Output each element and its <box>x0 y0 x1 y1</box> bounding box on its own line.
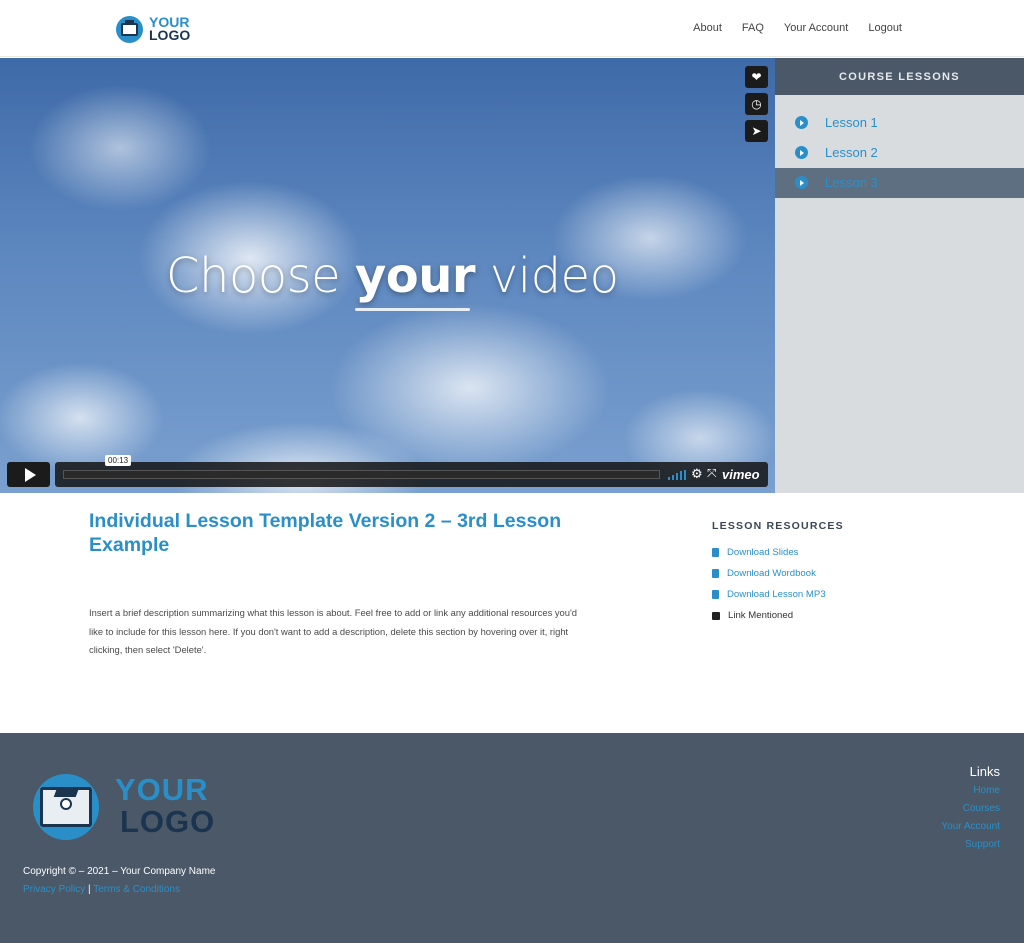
terms-link[interactable]: Terms & Conditions <box>93 884 180 895</box>
settings-gear-icon[interactable]: ⚙ <box>691 466 703 482</box>
progress-track[interactable] <box>63 470 660 479</box>
legal-separator: | <box>88 884 91 895</box>
volume-icon[interactable] <box>668 470 686 480</box>
play-circle-icon <box>795 116 808 129</box>
video-controls: 00:13 ⚙ ⤧ vimeo <box>7 455 768 487</box>
video-title-text: Choose your video <box>166 248 619 304</box>
nav-your-account[interactable]: Your Account <box>784 22 848 34</box>
footer-link-support[interactable]: Support <box>965 839 1000 850</box>
file-audio-icon <box>712 590 719 599</box>
site-footer: YOUR LOGO Copyright © – 2021 – Your Comp… <box>0 733 1024 943</box>
play-icon <box>24 467 36 482</box>
play-circle-icon <box>795 146 808 159</box>
footer-logo-line-1: YOUR <box>115 772 209 807</box>
legal-links: Privacy Policy | Terms & Conditions <box>23 884 180 895</box>
resource-download-mp3[interactable]: Download Lesson MP3 <box>712 589 826 600</box>
video-player[interactable]: Choose your video ❤ ◷ ➤ 00:13 ⚙ ⤧ vimeo <box>0 58 775 493</box>
resource-label: Link Mentioned <box>728 610 794 621</box>
privacy-policy-link[interactable]: Privacy Policy <box>23 884 85 895</box>
lesson-item-3[interactable]: Lesson 3 <box>775 168 1024 198</box>
footer-link-your-account[interactable]: Your Account <box>941 821 1000 832</box>
nav-logout[interactable]: Logout <box>868 22 902 34</box>
lesson-title: Individual Lesson Template Version 2 – 3… <box>89 510 562 556</box>
send-icon[interactable]: ➤ <box>745 120 768 142</box>
fullscreen-icon[interactable]: ⤧ <box>707 466 717 481</box>
title-underline <box>355 308 470 311</box>
course-lessons-panel: COURSE LESSONS Lesson 1 Lesson 2 Lesson … <box>775 58 1024 493</box>
resource-link-mentioned[interactable]: Link Mentioned <box>712 610 793 621</box>
lesson-resources-heading: LESSON RESOURCES <box>712 520 844 532</box>
clock-icon[interactable]: ◷ <box>745 93 768 115</box>
resource-download-wordbook[interactable]: Download Wordbook <box>712 568 816 579</box>
site-header: YOUR LOGO About FAQ Your Account Logout <box>0 0 1024 57</box>
resource-download-slides[interactable]: Download Slides <box>712 547 798 558</box>
lesson-label: Lesson 2 <box>825 145 878 160</box>
resource-label: Download Wordbook <box>727 568 816 579</box>
footer-link-home[interactable]: Home <box>973 785 1000 796</box>
file-pdf-icon <box>712 548 719 557</box>
footer-logo-line-2: LOGO <box>120 804 216 839</box>
nav-faq[interactable]: FAQ <box>742 22 764 34</box>
file-pdf-icon <box>712 569 719 578</box>
vimeo-logo[interactable]: vimeo <box>722 467 760 482</box>
logo-badge-icon <box>116 15 143 43</box>
footer-link-courses[interactable]: Courses <box>963 803 1000 814</box>
play-circle-icon <box>795 176 808 189</box>
heart-icon[interactable]: ❤ <box>745 66 768 88</box>
control-bar: 00:13 ⚙ ⤧ vimeo <box>55 455 768 487</box>
lesson-label: Lesson 1 <box>825 115 878 130</box>
logo-line-2: LOGO <box>149 27 191 43</box>
footer-links-heading: Links <box>969 764 1000 779</box>
resource-label: Download Slides <box>727 547 799 558</box>
course-lessons-heading: COURSE LESSONS <box>775 58 1024 95</box>
play-button[interactable] <box>7 462 50 487</box>
lesson-description: Insert a brief description summarizing w… <box>89 607 577 655</box>
copyright-text: Copyright © – 2021 – Your Company Name <box>23 866 216 877</box>
lesson-label: Lesson 3 <box>825 175 878 190</box>
resource-label: Download Lesson MP3 <box>727 589 826 600</box>
header-logo[interactable]: YOUR LOGO <box>116 13 190 45</box>
main-nav: About FAQ Your Account Logout <box>693 22 902 34</box>
nav-about[interactable]: About <box>693 22 722 34</box>
lesson-item-2[interactable]: Lesson 2 <box>775 138 1024 168</box>
external-link-icon <box>712 611 720 620</box>
lesson-item-1[interactable]: Lesson 1 <box>775 108 1024 138</box>
footer-logo: YOUR LOGO <box>33 772 216 840</box>
time-tooltip: 00:13 <box>105 455 132 466</box>
video-side-actions: ❤ ◷ ➤ <box>745 66 768 142</box>
